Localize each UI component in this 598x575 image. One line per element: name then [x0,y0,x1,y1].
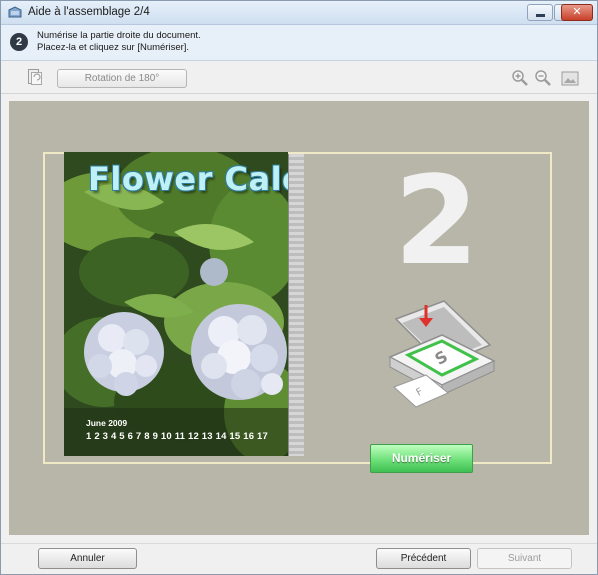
scanned-image: Flower Calen June 2009 1 2 3 4 5 6 7 8 9… [64,152,288,456]
step-number-display: 2 [394,150,479,292]
minimize-icon [536,14,545,17]
calendar-title-text: Flower Calen [88,160,288,198]
close-button[interactable]: ✕ [561,4,593,21]
zoom-in-icon[interactable] [510,68,530,88]
next-button[interactable]: Suivant [477,548,572,569]
minimize-button[interactable] [527,4,553,21]
page-rotate-icon[interactable] [27,68,43,86]
assembly-help-window: Aide à l'assemblage 2/4 ✕ 2 Numérise la … [0,0,598,575]
calendar-days-text: 1 2 3 4 5 6 7 8 9 10 11 12 13 14 15 16 1… [86,431,268,442]
rotate-180-button[interactable]: Rotation de 180° [57,69,187,88]
scan-button[interactable]: Numériser [370,444,473,473]
instruction-banner: 2 Numérise la partie droite du document.… [1,25,597,61]
cancel-button[interactable]: Annuler [38,548,137,569]
app-icon [8,6,22,18]
previous-button[interactable]: Précédent [376,548,471,569]
footer-bar: Annuler Précédent Suivant [1,543,597,574]
full-screen-icon[interactable] [560,68,580,88]
toolbar: Rotation de 180° [1,62,597,94]
instruction-line-2: Placez-la et cliquez sur [Numériser]. [37,42,190,53]
calendar-month-text: June 2009 [86,418,128,428]
image-edge-strip [288,154,304,456]
scanner-icon: S F [388,300,496,408]
title-bar[interactable]: Aide à l'assemblage 2/4 ✕ [1,1,597,25]
instruction-line-1: Numérise la partie droite du document. [37,30,201,41]
zoom-out-icon[interactable] [533,68,553,88]
step-badge: 2 [10,33,28,51]
window-title: Aide à l'assemblage 2/4 [28,6,150,18]
close-icon: ✕ [572,6,582,18]
